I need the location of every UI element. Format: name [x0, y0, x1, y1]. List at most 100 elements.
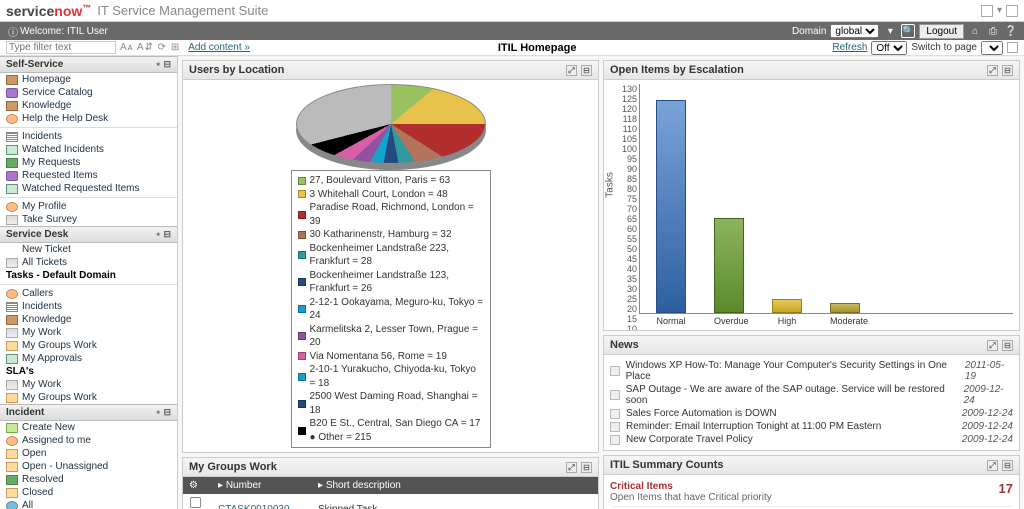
nav-item[interactable]: My Requests	[0, 156, 177, 169]
news-item[interactable]: New Corporate Travel Policy2009-12-24	[610, 433, 1013, 446]
nav-item[interactable]: Closed	[0, 486, 177, 499]
help-icon[interactable]: ❔	[1004, 24, 1018, 38]
nav-item[interactable]: Help the Help Desk	[0, 112, 177, 125]
bar-high[interactable]	[772, 299, 802, 313]
nav-item[interactable]: Incidents	[0, 130, 177, 143]
nav-item[interactable]: Knowledge	[0, 313, 177, 326]
i-cart-icon	[6, 171, 18, 181]
nav-item[interactable]: Open - Unassigned	[0, 460, 177, 473]
nav-item[interactable]: Knowledge	[0, 99, 177, 112]
collapse-icon[interactable]: ⋆ ⊟	[155, 229, 171, 240]
nav-item[interactable]: Create New	[0, 421, 177, 434]
collapse-icon[interactable]: ⋆ ⊟	[155, 59, 171, 70]
panel-close-icon[interactable]: ⊟	[581, 65, 592, 76]
nav-item[interactable]: Open	[0, 447, 177, 460]
nav-section-header[interactable]: Incident⋆ ⊟	[0, 404, 177, 421]
panel-title: ITIL Summary Counts	[610, 459, 723, 471]
panel-users-by-location: Users by Location ⤢ ⊟ 27, Boulevard Vitto…	[182, 60, 599, 453]
window-control-icon[interactable]	[981, 5, 993, 17]
legend-item: Paradise Road, Richmond, London = 39	[298, 201, 484, 228]
i-person-icon	[6, 289, 18, 299]
logout-button[interactable]: Logout	[919, 24, 964, 39]
switch-page-label: Switch to page	[911, 42, 977, 53]
nav-item[interactable]: My Groups Work	[0, 339, 177, 352]
panel-title: Users by Location	[189, 64, 284, 76]
nav-item[interactable]: Callers	[0, 287, 177, 300]
refresh-link[interactable]: Refresh	[832, 42, 867, 53]
switch-page-select[interactable]	[981, 41, 1003, 55]
news-item[interactable]: SAP Outage - We are aware of the SAP out…	[610, 383, 1013, 407]
nav-item[interactable]: Requested Items	[0, 169, 177, 182]
news-list: Windows XP How-To: Manage Your Computer'…	[604, 355, 1019, 450]
pie-legend: 27, Boulevard Vitton, Paris = 633 Whiteh…	[291, 170, 491, 448]
record-link[interactable]: CTASK0010030	[218, 504, 290, 509]
i-flag-icon	[6, 158, 18, 168]
nav-item[interactable]: All Tickets	[0, 256, 177, 269]
news-item[interactable]: Reminder: Email Interruption Tonight at …	[610, 420, 1013, 433]
legend-item: 2-12-1 Ookayama, Meguro-ku, Tokyo = 24	[298, 296, 484, 323]
bar-label: Moderate	[830, 316, 860, 326]
nav-item[interactable]: Homepage	[0, 73, 177, 86]
news-item[interactable]: Windows XP How-To: Manage Your Computer'…	[610, 359, 1013, 383]
window-expand-icon[interactable]	[1006, 5, 1018, 17]
nav-item[interactable]: My Approvals	[0, 352, 177, 365]
print-icon[interactable]: ⎙	[986, 24, 1000, 38]
nav-item[interactable]: Assigned to me	[0, 434, 177, 447]
bar-overdue[interactable]	[714, 218, 744, 313]
panel-close-icon[interactable]: ⊟	[581, 462, 592, 473]
panel-expand-icon[interactable]: ⤢	[987, 340, 998, 351]
nav-item[interactable]: My Profile	[0, 200, 177, 213]
nav-item[interactable]: Watched Requested Items	[0, 182, 177, 195]
nav-item[interactable]: Incidents	[0, 300, 177, 313]
panel-expand-icon[interactable]: ⤢	[566, 65, 577, 76]
add-content-link[interactable]: Add content »	[188, 42, 250, 53]
bar-normal[interactable]	[656, 100, 686, 313]
nav-item[interactable]: My Work	[0, 378, 177, 391]
search-icon[interactable]: 🔍	[901, 24, 915, 38]
table-row[interactable]: CTASK0010030 Skipped Task	[183, 494, 598, 509]
nav-item[interactable]: SLA's	[0, 365, 177, 378]
nav-item[interactable]: Resolved	[0, 473, 177, 486]
brand-logo: servicenow™	[6, 3, 91, 19]
nav-item[interactable]: Service Catalog	[0, 86, 177, 99]
i-book-icon	[6, 315, 18, 325]
nav-section-header[interactable]: Self-Service⋆ ⊟	[0, 56, 177, 73]
legend-item: Karmelitska 2, Lesser Town, Prague = 20	[298, 323, 484, 350]
domain-label: Domain	[792, 26, 826, 37]
nav-item[interactable]: My Work	[0, 326, 177, 339]
panel-close-icon[interactable]: ⊟	[1002, 460, 1013, 471]
nav-section-header[interactable]: Service Desk⋆ ⊟	[0, 226, 177, 243]
left-nav[interactable]: Self-Service⋆ ⊟HomepageService CatalogKn…	[0, 56, 178, 509]
i-check-icon	[6, 354, 18, 364]
nav-filter-input[interactable]	[6, 41, 116, 54]
i-cart-icon	[6, 88, 18, 98]
nav-item[interactable]: All	[0, 499, 177, 509]
nav-item[interactable]: Take Survey	[0, 213, 177, 226]
row-check[interactable]	[190, 497, 201, 508]
legend-item: 2500 West Daming Road, Shanghai = 18	[298, 390, 484, 417]
nav-item[interactable]: Tasks - Default Domain	[0, 269, 177, 282]
home-icon[interactable]: ⌂	[968, 24, 982, 38]
bar-moderate[interactable]	[830, 303, 860, 313]
col-gear[interactable]: ⚙	[183, 477, 212, 494]
panel-close-icon[interactable]: ⊟	[1002, 65, 1013, 76]
nav-item[interactable]: New Ticket	[0, 243, 177, 256]
text-size-icons[interactable]: Aᴀ A⇵ ⟳ ⊞	[120, 42, 180, 53]
news-item[interactable]: Sales Force Automation is DOWN2009-12-24	[610, 407, 1013, 420]
panel-close-icon[interactable]: ⊟	[1002, 340, 1013, 351]
i-folder-icon	[6, 449, 18, 459]
nav-item[interactable]: Watched Incidents	[0, 143, 177, 156]
nav-item[interactable]: My Groups Work	[0, 391, 177, 404]
panel-expand-icon[interactable]: ⤢	[987, 65, 998, 76]
panel-expand-icon[interactable]: ⤢	[566, 462, 577, 473]
domain-search-icon[interactable]: ▾	[883, 24, 897, 38]
panel-expand-icon[interactable]: ⤢	[987, 460, 998, 471]
col-number[interactable]: ▸ Number	[212, 477, 312, 494]
settings-icon[interactable]	[1007, 42, 1018, 53]
summary-item[interactable]: Critical ItemsOpen Items that have Criti…	[610, 479, 1013, 507]
collapse-icon[interactable]: ⋆ ⊟	[155, 407, 171, 418]
domain-select[interactable]: global	[830, 24, 879, 38]
filter-bar: Aᴀ A⇵ ⟳ ⊞ Add content » ITIL Homepage Re…	[0, 40, 1024, 56]
col-desc[interactable]: ▸ Short description	[312, 477, 598, 494]
refresh-select[interactable]: Off	[871, 41, 907, 55]
